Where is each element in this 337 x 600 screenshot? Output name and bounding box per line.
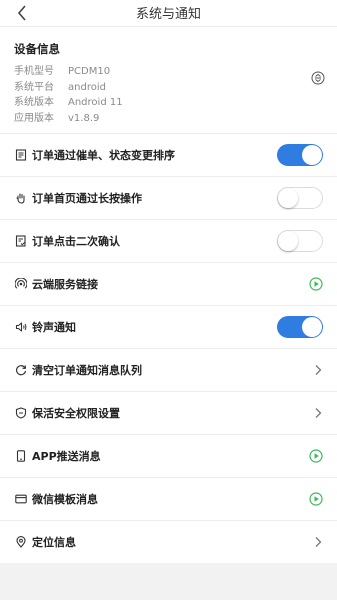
setting-label: 订单点击二次确认: [32, 235, 120, 248]
long-press-toggle[interactable]: [277, 187, 323, 209]
setting-row-location[interactable]: 定位信息: [0, 520, 337, 563]
ringtone-toggle[interactable]: [277, 316, 323, 338]
receipt-icon: [14, 149, 27, 162]
device-info-icon[interactable]: [311, 71, 325, 85]
refresh-icon: [14, 364, 27, 377]
toggle-knob: [278, 188, 298, 208]
setting-label: 定位信息: [32, 536, 76, 549]
setting-row-long-press[interactable]: 订单首页通过长按操作: [0, 176, 337, 219]
hand-icon: [14, 192, 27, 205]
setting-row-app-push[interactable]: APP推送消息: [0, 434, 337, 477]
settings-list: 订单通过催单、状态变更排序 订单首页通过长按操作 订单点击二次确认 云端服务链接…: [0, 133, 337, 563]
info-row-platform: 系统平台 android: [14, 80, 323, 96]
device-info-title: 设备信息: [14, 42, 60, 56]
info-row-model: 手机型号 PCDM10: [14, 64, 323, 80]
setting-label: 保活安全权限设置: [32, 407, 120, 420]
speaker-icon: [14, 321, 27, 334]
chevron-right-icon: [315, 408, 322, 418]
setting-label: 微信模板消息: [32, 493, 98, 506]
setting-row-cloud-link[interactable]: 云端服务链接: [0, 262, 337, 305]
info-row-os-version: 系统版本 Android 11: [14, 95, 323, 111]
setting-label: 订单通过催单、状态变更排序: [32, 149, 175, 162]
play-circle-icon[interactable]: [309, 277, 323, 291]
double-confirm-toggle[interactable]: [277, 230, 323, 252]
info-value: PCDM10: [68, 66, 111, 77]
info-value: v1.8.9: [68, 112, 100, 124]
info-key: 系统版本: [14, 97, 54, 108]
device-info-panel: 设备信息 手机型号 PCDM10 系统平台 android 系统版本 Android …: [0, 26, 337, 133]
chevron-right-icon: [315, 537, 322, 547]
setting-row-clear-queue[interactable]: 清空订单通知消息队列: [0, 348, 337, 391]
setting-row-double-confirm[interactable]: 订单点击二次确认: [0, 219, 337, 262]
setting-label: APP推送消息: [32, 450, 101, 463]
play-circle-icon[interactable]: [309, 449, 323, 463]
page-title: 系统与通知: [135, 7, 201, 22]
toggle-knob: [302, 145, 322, 165]
info-value: Android 11: [68, 97, 123, 108]
shield-icon: [14, 407, 27, 420]
info-key: 应用版本: [14, 112, 54, 124]
setting-label: 云端服务链接: [32, 278, 98, 291]
cloud-link-icon: [14, 278, 27, 291]
confirm-doc-icon: [14, 235, 27, 248]
info-key: 手机型号: [14, 66, 54, 77]
chevron-right-icon: [315, 365, 322, 375]
info-row-app-version: 应用版本 v1.8.9: [14, 111, 323, 127]
order-sort-toggle[interactable]: [277, 144, 323, 166]
card-icon: [14, 493, 27, 506]
phone-icon: [14, 450, 27, 463]
setting-row-ringtone[interactable]: 铃声通知: [0, 305, 337, 348]
setting-label: 铃声通知: [32, 321, 76, 334]
toggle-knob: [302, 317, 322, 337]
setting-label: 订单首页通过长按操作: [32, 192, 142, 205]
info-key: 系统平台: [14, 81, 54, 93]
setting-row-order-sort[interactable]: 订单通过催单、状态变更排序: [0, 133, 337, 176]
header-bar: 系统与通知: [0, 0, 337, 26]
setting-label: 清空订单通知消息队列: [32, 364, 142, 377]
location-icon: [14, 536, 27, 549]
play-circle-icon[interactable]: [309, 492, 323, 506]
setting-row-wechat-template[interactable]: 微信模板消息: [0, 477, 337, 520]
info-value: android: [68, 81, 106, 93]
setting-row-keepalive[interactable]: 保活安全权限设置: [0, 391, 337, 434]
toggle-knob: [278, 231, 298, 251]
